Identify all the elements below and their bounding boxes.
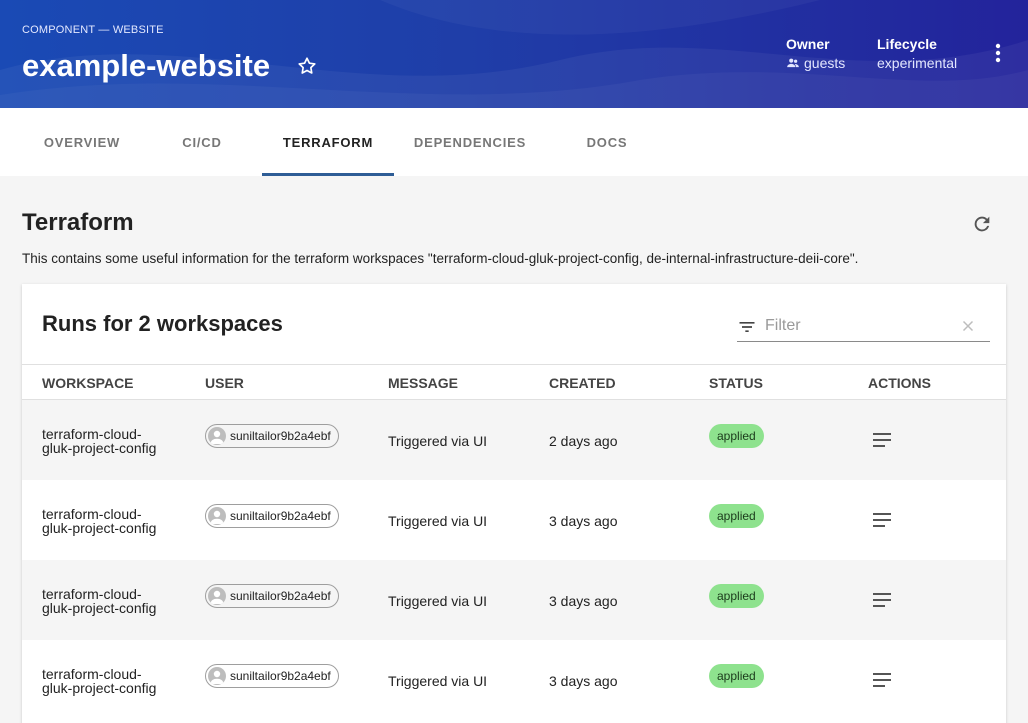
tab-docs[interactable]: DOCS	[546, 108, 668, 176]
user-chip[interactable]: suniltailor9b2a4ebf	[205, 584, 339, 608]
workspace-cell: terraform-cloud- gluk-project-config	[42, 426, 157, 456]
owner-meta: Owner guests	[786, 36, 845, 71]
created-cell: 2 days ago	[549, 433, 618, 449]
tab-dependencies[interactable]: DEPENDENCIES	[394, 108, 546, 176]
workspace-cell: terraform-cloud- gluk-project-config	[42, 506, 157, 536]
lifecycle-meta: Lifecycle experimental	[877, 36, 957, 71]
user-chip[interactable]: suniltailor9b2a4ebf	[205, 664, 339, 688]
runs-card: Runs for 2 workspaces WORKSPACE USER MES…	[22, 284, 1006, 723]
user-chip[interactable]: suniltailor9b2a4ebf	[205, 424, 339, 448]
person-icon	[208, 587, 226, 605]
created-cell: 3 days ago	[549, 593, 618, 609]
refresh-icon[interactable]	[971, 213, 993, 235]
table-row: terraform-cloud- gluk-project-config sun…	[22, 480, 1006, 560]
breadcrumb: COMPONENT — WEBSITE	[22, 24, 164, 36]
group-icon	[787, 58, 799, 68]
status-badge: applied	[709, 504, 764, 528]
message-cell: Triggered via UI	[388, 513, 488, 529]
star-outline-icon[interactable]	[296, 55, 318, 77]
created-cell: 3 days ago	[549, 673, 618, 689]
lifecycle-label: Lifecycle	[877, 36, 937, 52]
column-status[interactable]: STATUS	[709, 375, 763, 391]
message-cell: Triggered via UI	[388, 593, 488, 609]
status-badge: applied	[709, 664, 764, 688]
user-name: suniltailor9b2a4ebf	[230, 669, 331, 683]
notes-icon[interactable]	[870, 668, 894, 692]
filter-field	[737, 311, 990, 342]
message-cell: Triggered via UI	[388, 673, 488, 689]
owner-label: Owner	[786, 36, 830, 52]
notes-icon[interactable]	[870, 428, 894, 452]
tab-terraform[interactable]: TERRAFORM	[262, 108, 394, 176]
column-created[interactable]: CREATED	[549, 375, 616, 391]
tab-bar: OVERVIEW CI/CD TERRAFORM DEPENDENCIES DO…	[0, 108, 1028, 176]
column-message[interactable]: MESSAGE	[388, 375, 458, 391]
user-name: suniltailor9b2a4ebf	[230, 429, 331, 443]
tab-ci-cd[interactable]: CI/CD	[142, 108, 262, 176]
more-vert-icon[interactable]	[990, 42, 1006, 64]
notes-icon[interactable]	[870, 508, 894, 532]
table-header: WORKSPACE USER MESSAGE CREATED STATUS AC…	[22, 364, 1006, 400]
status-badge: applied	[709, 584, 764, 608]
close-icon[interactable]	[959, 317, 977, 335]
filter-list-icon	[739, 322, 755, 332]
card-title: Runs for 2 workspaces	[42, 311, 283, 336]
table-row: terraform-cloud- gluk-project-config sun…	[22, 640, 1006, 720]
tab-overview[interactable]: OVERVIEW	[22, 108, 142, 176]
column-user[interactable]: USER	[205, 375, 244, 391]
workspace-cell: terraform-cloud- gluk-project-config	[42, 666, 157, 696]
table-row: terraform-cloud- gluk-project-config sun…	[22, 400, 1006, 480]
user-name: suniltailor9b2a4ebf	[230, 509, 331, 523]
notes-icon[interactable]	[870, 588, 894, 612]
user-chip[interactable]: suniltailor9b2a4ebf	[205, 504, 339, 528]
page-header: COMPONENT — WEBSITE example-website Owne…	[0, 0, 1028, 108]
status-badge: applied	[709, 424, 764, 448]
workspace-cell: terraform-cloud- gluk-project-config	[42, 586, 157, 616]
section-title: Terraform	[22, 209, 134, 236]
filter-input[interactable]	[765, 314, 955, 338]
user-name: suniltailor9b2a4ebf	[230, 589, 331, 603]
person-icon	[208, 667, 226, 685]
column-actions[interactable]: ACTIONS	[868, 375, 931, 391]
page-title: example-website	[22, 48, 271, 83]
section-description: This contains some useful information fo…	[22, 251, 859, 266]
table-row: terraform-cloud- gluk-project-config sun…	[22, 560, 1006, 640]
owner-link[interactable]: guests	[804, 55, 845, 71]
person-icon	[208, 427, 226, 445]
lifecycle-value: experimental	[877, 55, 958, 71]
column-workspace[interactable]: WORKSPACE	[42, 375, 134, 391]
person-icon	[208, 507, 226, 525]
message-cell: Triggered via UI	[388, 433, 488, 449]
created-cell: 3 days ago	[549, 513, 618, 529]
active-tab-indicator	[262, 173, 394, 176]
